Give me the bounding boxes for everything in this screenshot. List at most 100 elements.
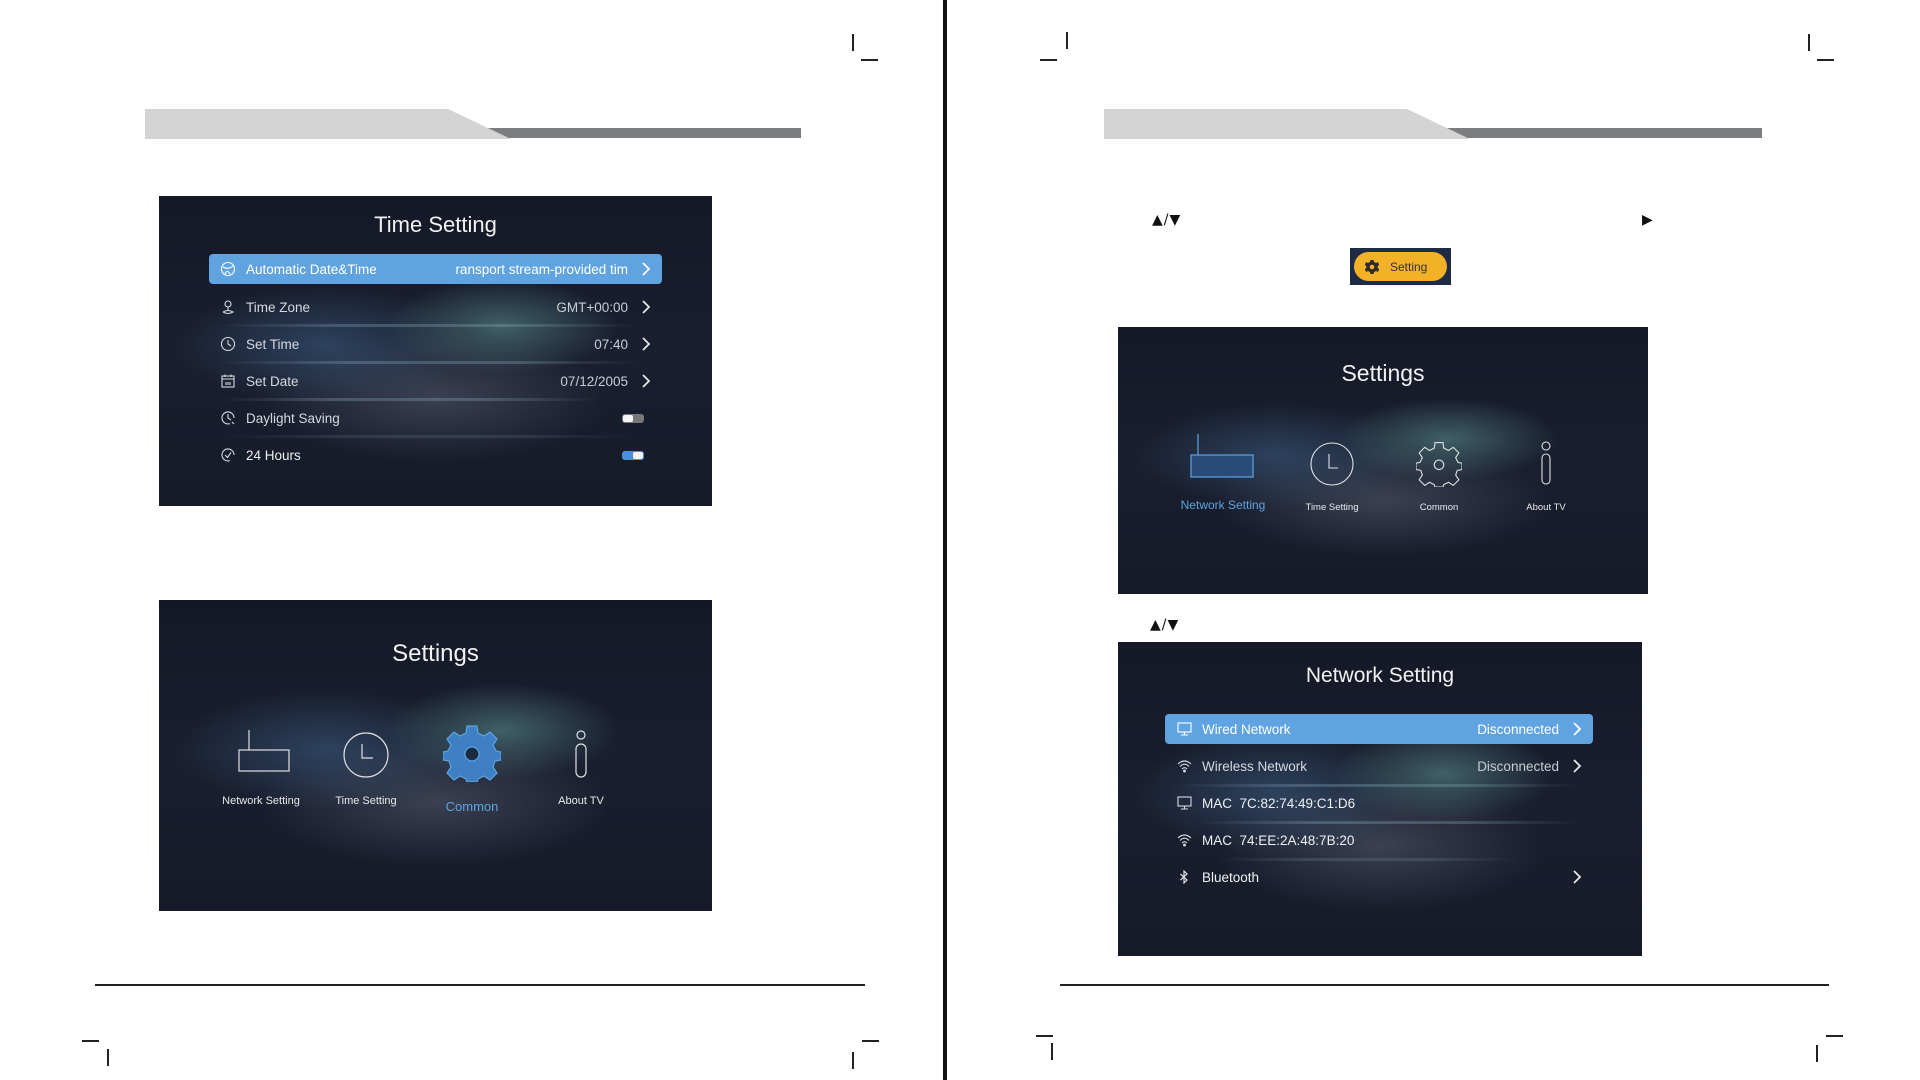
screen-title: Time Setting xyxy=(374,212,497,237)
row-label: Wireless Network xyxy=(1202,758,1308,774)
row-wired-network[interactable]: Wired Network Disconnected xyxy=(1165,714,1593,744)
crop-mark xyxy=(1040,59,1057,61)
crop-mark xyxy=(1826,1035,1843,1037)
up-down-arrow-hint: ▲/▼ xyxy=(1152,212,1182,228)
crop-mark xyxy=(852,1052,854,1069)
row-set-date[interactable]: Set Date 07/12/2005 xyxy=(209,366,662,396)
screen-title: Network Setting xyxy=(1305,664,1455,687)
gear-icon xyxy=(442,725,502,783)
network-router-icon xyxy=(238,730,290,772)
daylight-saving-toggle[interactable] xyxy=(622,413,644,423)
header-bar-light xyxy=(145,109,511,139)
tile-label: About TV xyxy=(1526,502,1566,513)
network-setting-screen: Network Setting Wired Network Disconnect… xyxy=(1118,642,1642,956)
crop-mark xyxy=(862,1040,879,1042)
row-label: 24 Hours xyxy=(246,447,301,463)
tile-label: Time Setting xyxy=(335,795,397,807)
crop-mark xyxy=(1066,32,1068,49)
tile-common[interactable]: Common xyxy=(1389,441,1489,513)
row-wired-mac: MAC 7C:82:74:49:C1:D6 xyxy=(1165,788,1593,818)
row-24-hours[interactable]: 24 Hours xyxy=(209,440,662,470)
row-label: Set Time xyxy=(246,336,300,352)
settings-screen: Settings Network Setting Time Setting Co… xyxy=(159,600,712,911)
crop-mark xyxy=(1051,1043,1053,1060)
info-icon xyxy=(1541,441,1551,485)
gear-icon xyxy=(1365,259,1379,274)
daylight-clock-icon xyxy=(219,409,237,427)
row-time-zone[interactable]: Time Zone GMT+00:00 xyxy=(209,292,662,322)
row-set-time[interactable]: Set Time 07:40 xyxy=(209,329,662,359)
crop-mark xyxy=(1817,59,1834,61)
check-clock-icon xyxy=(219,446,237,464)
map-pin-icon xyxy=(219,298,237,316)
clock-icon xyxy=(1310,442,1354,486)
chevron-right-icon xyxy=(642,300,651,314)
row-wireless-mac: MAC 74:EE:2A:48:7B:20 xyxy=(1165,825,1593,855)
screen-title: Settings xyxy=(392,640,479,667)
row-wireless-network[interactable]: Wireless Network Disconnected xyxy=(1165,751,1593,781)
tile-time-setting[interactable]: Time Setting xyxy=(1282,441,1382,513)
tile-about-tv[interactable]: About TV xyxy=(531,730,631,807)
row-automatic-date-time[interactable]: Automatic Date&Time ransport stream-prov… xyxy=(209,254,662,284)
footer-rule xyxy=(95,984,865,986)
monitor-icon xyxy=(1175,720,1193,738)
row-daylight-saving[interactable]: Daylight Saving xyxy=(209,403,662,433)
tile-label: Common xyxy=(445,799,499,814)
row-value: Disconnected xyxy=(1477,758,1559,774)
tile-time-setting[interactable]: Time Setting xyxy=(316,730,416,807)
chevron-right-icon xyxy=(1573,759,1582,773)
crop-mark xyxy=(82,1040,99,1042)
24-hours-toggle[interactable] xyxy=(622,450,644,460)
crop-mark xyxy=(107,1049,109,1066)
crop-mark xyxy=(861,59,878,61)
row-separator xyxy=(1218,858,1518,861)
row-label: Automatic Date&Time xyxy=(246,261,377,277)
header-bar-light xyxy=(1104,109,1470,139)
row-value: 07:40 xyxy=(594,336,628,352)
tile-network-setting[interactable]: Network Setting xyxy=(1168,433,1278,512)
row-value: 07/12/2005 xyxy=(560,373,628,389)
page-spine-divider xyxy=(943,0,947,1080)
tile-common[interactable]: Common xyxy=(422,724,522,814)
info-icon xyxy=(575,730,587,778)
row-separator xyxy=(1198,821,1578,824)
row-value: Disconnected xyxy=(1477,721,1559,737)
row-separator xyxy=(219,324,639,327)
gear-icon xyxy=(1415,442,1463,488)
row-label: Bluetooth xyxy=(1202,869,1260,885)
chevron-right-icon xyxy=(642,262,651,276)
chevron-right-icon xyxy=(1573,870,1582,884)
tile-network-setting[interactable]: Network Setting xyxy=(211,728,311,807)
up-down-arrow-hint: ▲/▼ xyxy=(1150,617,1180,633)
monitor-icon xyxy=(1175,794,1193,812)
crop-mark xyxy=(1808,34,1810,51)
clock-icon xyxy=(343,732,389,778)
time-setting-screen: Time Setting Automatic Date&Time ranspor… xyxy=(159,196,712,506)
bluetooth-icon xyxy=(1175,868,1193,886)
setting-button-label: Setting xyxy=(1390,259,1428,274)
row-separator xyxy=(219,435,639,438)
row-label: Time Zone xyxy=(246,299,311,315)
crop-mark xyxy=(852,34,854,51)
globe-clock-icon xyxy=(219,260,237,278)
setting-button[interactable]: Setting xyxy=(1350,248,1451,285)
tile-label: About TV xyxy=(558,795,604,807)
tile-about-tv[interactable]: About TV xyxy=(1496,441,1596,513)
chevron-right-icon xyxy=(642,337,651,351)
calendar-icon xyxy=(219,372,237,390)
footer-rule xyxy=(1060,984,1829,986)
setting-pill: Setting xyxy=(1354,252,1447,281)
toggle-knob xyxy=(623,414,633,422)
chevron-right-icon xyxy=(642,374,651,388)
crop-mark xyxy=(1036,1035,1053,1037)
network-router-icon xyxy=(1190,434,1254,478)
row-label: Daylight Saving xyxy=(246,410,340,426)
row-bluetooth[interactable]: Bluetooth xyxy=(1165,862,1593,892)
chevron-right-icon xyxy=(1573,722,1582,736)
wifi-icon xyxy=(1175,831,1193,849)
row-value: ransport stream-provided tim xyxy=(455,261,628,277)
row-label: MAC 74:EE:2A:48:7B:20 xyxy=(1202,832,1355,848)
tile-label: Network Setting xyxy=(1180,498,1266,512)
right-arrow-hint: ▶ xyxy=(1642,212,1654,228)
tile-label: Network Setting xyxy=(222,795,300,807)
